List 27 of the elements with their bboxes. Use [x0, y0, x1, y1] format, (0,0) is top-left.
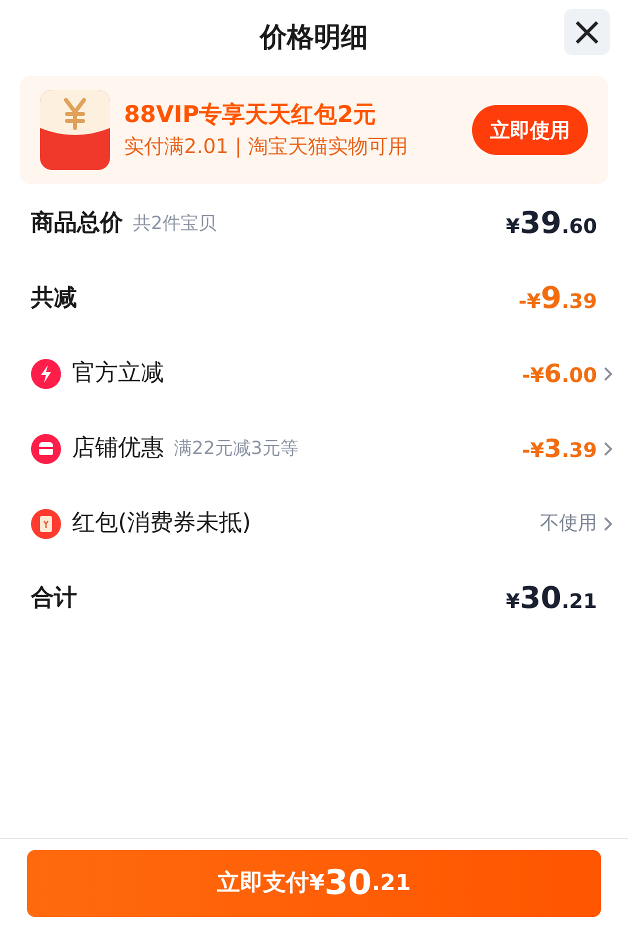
row-label: 红包(消费券未抵)	[72, 509, 251, 538]
row-label: 合计	[31, 584, 77, 614]
amount: -¥3.39	[522, 432, 597, 465]
chevron-right-icon[interactable]	[603, 440, 613, 456]
envelope-icon	[40, 90, 110, 170]
pay-now-button[interactable]: 立即支付¥30.21	[27, 850, 601, 917]
chevron-right-icon[interactable]	[603, 366, 613, 382]
row-label: 官方立减	[72, 359, 164, 388]
amount: ¥30.21	[506, 580, 597, 618]
promo-title: 88VIP专享天天红包2元	[124, 101, 378, 130]
row-label: 店铺优惠	[72, 434, 164, 464]
lightning-icon	[31, 358, 61, 388]
amount: -¥9.39	[518, 280, 597, 318]
amount: ¥39.60	[506, 205, 597, 243]
row-label: 共减	[31, 284, 77, 314]
amount: -¥6.00	[522, 358, 597, 390]
chevron-right-icon[interactable]	[603, 516, 613, 532]
row-label: 商品总价	[31, 209, 123, 238]
promo-terms: 实付满2.01 | 淘宝天猫实物可用	[124, 134, 409, 159]
envelope-icon	[31, 508, 61, 538]
sheet-title: 价格明细	[260, 20, 368, 55]
row-value: 不使用	[540, 511, 597, 536]
use-now-button[interactable]: 立即使用	[472, 105, 588, 155]
close-button[interactable]: ×	[564, 9, 610, 55]
row-note: 满22元减3元等	[174, 437, 298, 461]
row-note: 共2件宝贝	[133, 212, 216, 236]
store-icon	[31, 434, 61, 464]
